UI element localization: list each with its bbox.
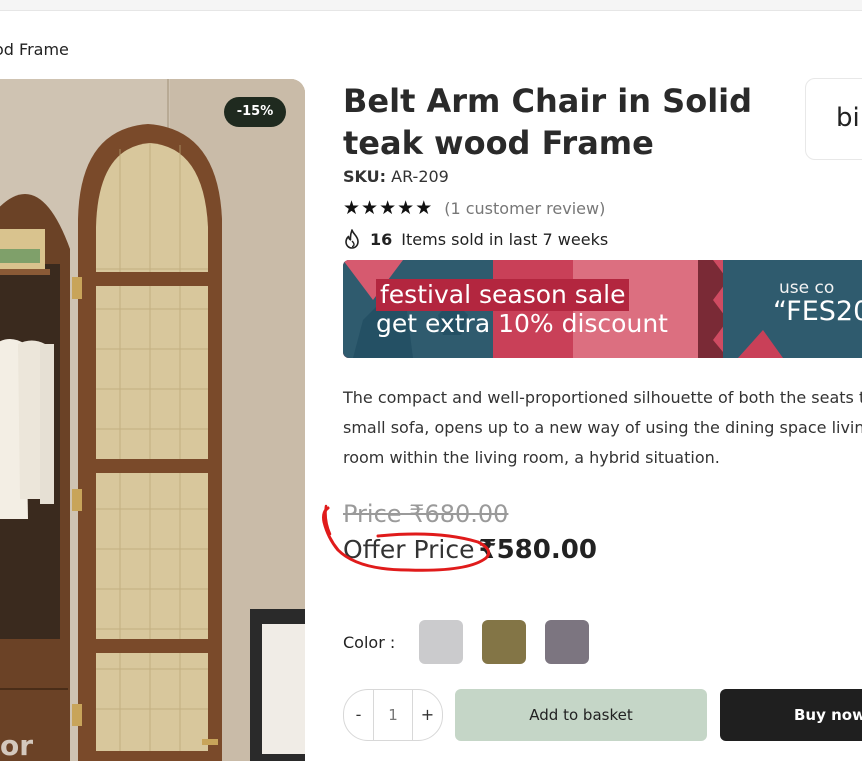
discount-badge: -15%	[224, 97, 286, 127]
product-image[interactable]: or	[0, 79, 305, 761]
banner-code: “FES20	[773, 296, 862, 327]
buy-now-button[interactable]: Buy now	[720, 689, 862, 741]
color-selector: Color :	[343, 620, 608, 664]
banner-headline: festival season sale	[376, 279, 630, 311]
sku-label: SKU:	[343, 167, 387, 186]
star-icon: ★	[343, 197, 361, 219]
rating: ★ ★ ★ ★ ★ (1 customer review)	[343, 198, 605, 218]
cabinet-illustration	[0, 79, 305, 761]
promo-banner[interactable]: festival season sale get extra 10% disco…	[343, 260, 862, 358]
top-bar	[0, 0, 862, 11]
brand-logo-text: bi	[836, 103, 860, 133]
star-icon: ★	[379, 197, 397, 219]
color-label: Color :	[343, 632, 396, 652]
offer-price-value: ₹580.00	[478, 535, 597, 565]
product-title: Belt Arm Chair in Solid teak wood Frame	[343, 82, 753, 162]
sku-value: AR-209	[391, 167, 449, 186]
rating-stars: ★ ★ ★ ★ ★	[343, 198, 432, 218]
star-icon: ★	[397, 197, 415, 219]
breadcrumb-current: od Frame	[0, 40, 69, 59]
breadcrumb[interactable]: od Frame	[0, 40, 69, 59]
old-price: Price ₹680.00	[343, 500, 509, 528]
quantity-input[interactable]	[373, 690, 413, 740]
banner-code-label: use co	[779, 278, 835, 298]
brand-logo[interactable]: bi	[805, 78, 862, 160]
sold-count: 16	[370, 229, 393, 249]
quantity-stepper: - +	[343, 689, 443, 741]
review-link[interactable]: (1 customer review)	[444, 199, 605, 218]
add-to-basket-button[interactable]: Add to basket	[455, 689, 707, 741]
banner-subline: get extra 10% discount	[376, 309, 668, 338]
offer-price: Offer Price ₹580.00	[343, 535, 597, 565]
star-icon: ★	[415, 197, 433, 219]
quantity-increase-button[interactable]: +	[413, 690, 442, 740]
fire-icon	[345, 229, 359, 249]
sku: SKU: AR-209	[343, 167, 449, 186]
sold-info: 16 Items sold in last 7 weeks	[343, 229, 608, 249]
star-icon: ★	[361, 197, 379, 219]
sold-text: Items sold in last 7 weeks	[401, 229, 609, 249]
color-swatch-grey[interactable]	[419, 620, 464, 664]
image-watermark: or	[0, 729, 34, 761]
quantity-decrease-button[interactable]: -	[344, 690, 373, 740]
offer-price-label: Offer Price	[343, 535, 475, 564]
product-description: The compact and well-proportioned silhou…	[343, 388, 862, 467]
color-swatch-olive[interactable]	[482, 620, 527, 664]
color-swatch-mauve[interactable]	[545, 620, 590, 664]
